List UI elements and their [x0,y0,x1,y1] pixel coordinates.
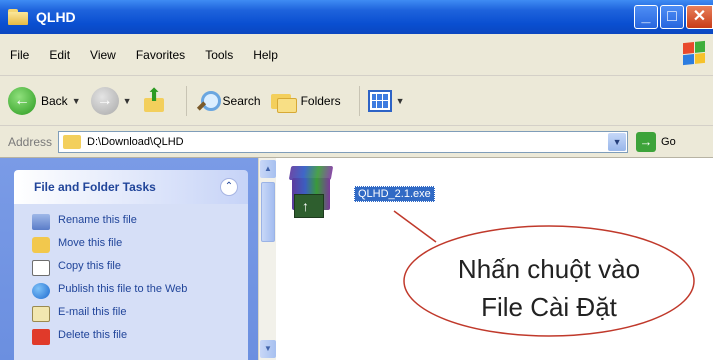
maximize-button[interactable]: □ [660,5,684,29]
task-label: Rename this file [58,214,137,226]
task-pane: File and Folder Tasks ⌃ Rename this file… [0,158,258,360]
forward-arrow-icon: → [90,86,119,115]
publish-icon [32,283,50,299]
task-delete[interactable]: Delete this file [32,329,240,345]
toolbar: ← Back ▼ → ▼ Search Folders ▼ [0,76,713,126]
copy-icon [32,260,50,276]
menu-help[interactable]: Help [253,48,278,62]
task-label: E-mail this file [58,306,127,318]
menu-file[interactable]: File [10,48,29,62]
folders-label: Folders [300,93,341,108]
callout-text: Nhấn chuột vào File Cài Đặt [414,250,684,326]
task-pane-scrollbar[interactable]: ▲ ▼ [258,158,276,360]
go-arrow-icon[interactable]: → [636,131,657,152]
windows-logo-icon [683,40,705,66]
task-label: Copy this file [58,260,121,272]
back-button[interactable]: ← Back ▼ [8,86,81,115]
folder-icon [63,134,82,149]
toolbar-separator [358,85,360,116]
task-list: Rename this file Move this file Copy thi… [14,204,248,360]
move-icon [32,237,50,253]
scroll-thumb[interactable] [261,182,275,242]
collapse-icon[interactable]: ⌃ [220,178,238,196]
address-input[interactable]: D:\Download\QLHD ▼ [58,130,629,153]
window-title: QLHD [36,9,76,25]
address-bar: Address D:\Download\QLHD ▼ → Go [0,126,713,158]
forward-button[interactable]: → ▼ [90,86,132,115]
callout-line-1: Nhấn chuột vào [457,254,641,284]
menu-bar: File Edit View Favorites Tools Help [0,34,713,76]
task-pane-header[interactable]: File and Folder Tasks ⌃ [14,170,248,204]
dropdown-arrow-icon[interactable]: ▼ [396,96,405,106]
folders-icon [270,90,297,113]
back-arrow-icon: ← [8,86,36,115]
views-icon [367,89,392,112]
task-label: Move this file [58,237,123,249]
up-folder-button[interactable] [142,85,168,114]
address-value: D:\Download\QLHD [87,135,184,148]
menu-tools[interactable]: Tools [205,48,233,62]
go-button[interactable]: Go [661,136,676,148]
dropdown-arrow-icon[interactable]: ▼ [123,96,132,106]
folder-icon [8,9,30,25]
task-pane-title: File and Folder Tasks [34,180,156,194]
task-publish[interactable]: Publish this file to the Web [32,283,240,299]
back-label: Back [41,93,68,108]
task-email[interactable]: E-mail this file [32,306,240,322]
callout-line-2: File Cài Đặt [481,292,617,322]
scroll-down-icon[interactable]: ▼ [260,340,276,358]
folders-button[interactable]: Folders [270,90,341,113]
callout-pointer [393,210,437,243]
task-rename[interactable]: Rename this file [32,214,240,230]
chevron-down-icon[interactable]: ▼ [608,132,627,151]
title-bar[interactable]: QLHD _ □ ✕ [0,0,713,34]
menu-view[interactable]: View [90,48,116,62]
task-copy[interactable]: Copy this file [32,260,240,276]
menu-edit[interactable]: Edit [49,48,70,62]
toolbar-separator [185,85,187,116]
email-icon [32,306,50,322]
menu-favorites[interactable]: Favorites [136,48,185,62]
up-folder-icon [142,85,168,114]
dropdown-arrow-icon[interactable]: ▼ [72,96,81,106]
search-icon [195,89,221,113]
delete-icon [32,329,50,345]
rename-icon [32,214,50,230]
search-label: Search [222,93,261,108]
minimize-button[interactable]: _ [634,5,658,29]
task-move[interactable]: Move this file [32,237,240,253]
task-label: Publish this file to the Web [58,283,188,295]
views-button[interactable]: ▼ [367,89,405,112]
task-label: Delete this file [58,329,128,341]
file-list-area: ↑ QLHD_2.1.exe Nhấn chuột vào File Cài Đ… [276,158,713,360]
close-button[interactable]: ✕ [686,5,713,29]
search-button[interactable]: Search [195,89,261,113]
address-label: Address [8,134,53,149]
scroll-up-icon[interactable]: ▲ [260,160,276,178]
